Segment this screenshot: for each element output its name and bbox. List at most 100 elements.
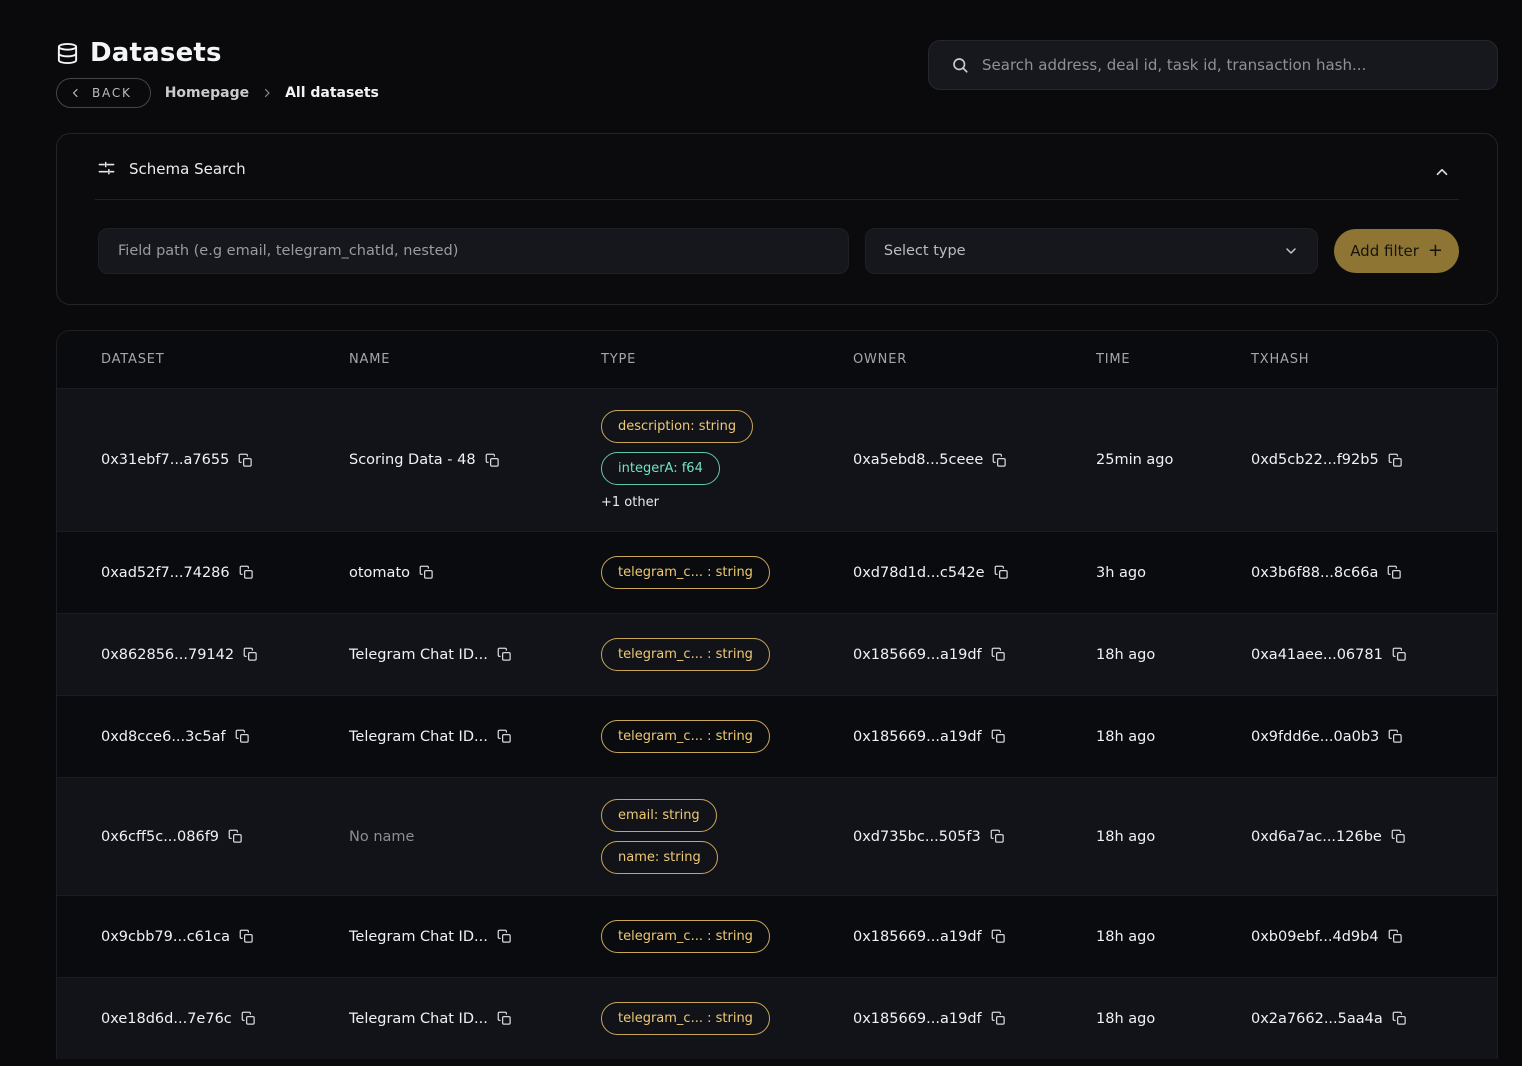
owner-address: 0x185669...a19df	[853, 1011, 982, 1027]
owner-cell: 0x185669...a19df	[853, 1011, 1096, 1027]
page-header: Datasets	[56, 38, 222, 68]
type-select[interactable]: Select type	[865, 228, 1318, 274]
type-pill: description: string	[601, 410, 753, 443]
back-button[interactable]: BACK	[56, 78, 151, 108]
owner-cell: 0x185669...a19df	[853, 647, 1096, 663]
copy-icon[interactable]	[1388, 929, 1403, 944]
dataset-id: 0xd8cce6...3c5af	[101, 729, 226, 745]
copy-icon[interactable]	[990, 829, 1005, 844]
copy-icon[interactable]	[243, 647, 258, 662]
table-row[interactable]: 0x9cbb79...c61ca Telegram Chat ID...teleg…	[57, 895, 1497, 977]
type-pill: telegram_c... : string	[601, 1002, 770, 1035]
copy-icon[interactable]	[991, 929, 1006, 944]
more-types-label: +1 other	[601, 495, 659, 510]
owner-cell: 0xd735bc...505f3	[853, 829, 1096, 845]
table-row[interactable]: 0xad52f7...74286otomatotelegram_c... : s…	[57, 531, 1497, 613]
copy-icon[interactable]	[1387, 565, 1402, 580]
type-pill: telegram_c... : string	[601, 920, 770, 953]
copy-icon[interactable]	[241, 1011, 256, 1026]
copy-icon[interactable]	[239, 565, 254, 580]
dataset-cell: 0x31ebf7...a7655	[101, 452, 349, 468]
column-header-type: TYPE	[601, 352, 853, 367]
copy-icon[interactable]	[1388, 729, 1403, 744]
add-filter-label: Add filter	[1350, 242, 1419, 260]
dataset-cell: 0xe18d6d...7e76c	[101, 1011, 349, 1027]
copy-icon[interactable]	[485, 453, 500, 468]
column-header-time: TIME	[1096, 352, 1251, 367]
type-pill: telegram_c... : string	[601, 720, 770, 753]
dataset-name: Telegram Chat ID...	[349, 729, 488, 745]
time-ago: 18h ago	[1096, 729, 1155, 745]
copy-icon[interactable]	[991, 647, 1006, 662]
owner-address: 0xd78d1d...c542e	[853, 565, 985, 581]
time-cell: 25min ago	[1096, 452, 1251, 468]
search-icon	[951, 56, 969, 74]
type-cell: telegram_c... : string	[601, 981, 853, 1056]
copy-icon[interactable]	[238, 453, 253, 468]
copy-icon[interactable]	[497, 647, 512, 662]
name-cell: otomato	[349, 565, 601, 581]
copy-icon[interactable]	[991, 729, 1006, 744]
copy-icon[interactable]	[992, 453, 1007, 468]
nav-row: BACK Homepage All datasets	[56, 78, 379, 108]
name-cell: Telegram Chat ID...	[349, 929, 601, 945]
name-cell: Telegram Chat ID...	[349, 647, 601, 663]
owner-address: 0xa5ebd8...5ceee	[853, 452, 983, 468]
search-input[interactable]	[980, 55, 1481, 75]
type-cell: telegram_c... : string	[601, 899, 853, 974]
global-search[interactable]	[928, 40, 1498, 90]
type-cell: email: stringname: string	[601, 778, 853, 895]
dataset-id: 0x9cbb79...c61ca	[101, 929, 230, 945]
owner-cell: 0x185669...a19df	[853, 729, 1096, 745]
chevron-right-icon	[261, 87, 273, 99]
owner-cell: 0xa5ebd8...5ceee	[853, 452, 1096, 468]
page-title: Datasets	[90, 38, 222, 68]
time-ago: 18h ago	[1096, 647, 1155, 663]
txhash-cell: 0x3b6f88...8c66a	[1251, 565, 1497, 581]
time-ago: 18h ago	[1096, 829, 1155, 845]
panel-divider	[95, 199, 1459, 200]
breadcrumb-homepage[interactable]: Homepage	[165, 85, 249, 101]
owner-cell: 0x185669...a19df	[853, 929, 1096, 945]
copy-icon[interactable]	[497, 929, 512, 944]
add-filter-button[interactable]: Add filter +	[1334, 229, 1459, 273]
filter-sliders-icon	[97, 159, 116, 178]
collapse-panel-button[interactable]	[1429, 159, 1455, 185]
dataset-name: Scoring Data - 48	[349, 452, 476, 468]
type-cell: telegram_c... : string	[601, 699, 853, 774]
copy-icon[interactable]	[1388, 453, 1403, 468]
plus-icon: +	[1428, 242, 1443, 260]
copy-icon[interactable]	[235, 729, 250, 744]
copy-icon[interactable]	[497, 1011, 512, 1026]
copy-icon[interactable]	[239, 929, 254, 944]
schema-search-panel: Schema Search Select type Add filter +	[56, 133, 1498, 305]
txhash-cell: 0x2a7662...5aa4a	[1251, 1011, 1497, 1027]
table-row[interactable]: 0xd8cce6...3c5af Telegram Chat ID... teleg…	[57, 695, 1497, 777]
copy-icon[interactable]	[1392, 647, 1407, 662]
txhash-cell: 0xa41aee...06781	[1251, 647, 1497, 663]
dataset-id: 0x31ebf7...a7655	[101, 452, 229, 468]
copy-icon[interactable]	[1392, 1011, 1407, 1026]
copy-icon[interactable]	[994, 565, 1009, 580]
copy-icon[interactable]	[497, 729, 512, 744]
table-row[interactable]: 0x6cff5c...086f9No nameemail: stringname…	[57, 777, 1497, 895]
chevron-up-icon	[1433, 163, 1451, 181]
copy-icon[interactable]	[1391, 829, 1406, 844]
dataset-name: No name	[349, 829, 414, 845]
datasets-table: DATASETNAMETYPEOWNERTIMETXHASH 0x31ebf7.…	[56, 330, 1498, 1059]
field-path-input[interactable]	[98, 228, 849, 274]
txhash-cell: 0x9fdd6e...0a0b3	[1251, 729, 1497, 745]
table-body: 0x31ebf7...a7655 Scoring Data - 48 descrip…	[57, 388, 1497, 1059]
chevron-left-icon	[70, 87, 82, 99]
table-row[interactable]: 0x31ebf7...a7655 Scoring Data - 48 descrip…	[57, 388, 1497, 531]
table-row[interactable]: 0x862856...79142Telegram Chat ID...teleg…	[57, 613, 1497, 695]
table-row[interactable]: 0xe18d6d...7e76cTelegram Chat ID...teleg…	[57, 977, 1497, 1059]
type-pill: telegram_c... : string	[601, 638, 770, 671]
txhash: 0xd6a7ac...126be	[1251, 829, 1382, 845]
copy-icon[interactable]	[991, 1011, 1006, 1026]
owner-cell: 0xd78d1d...c542e	[853, 565, 1096, 581]
type-cell: description: stringintegerA: f64+1 other	[601, 389, 853, 531]
schema-search-header: Schema Search	[57, 134, 1497, 178]
copy-icon[interactable]	[419, 565, 434, 580]
copy-icon[interactable]	[228, 829, 243, 844]
